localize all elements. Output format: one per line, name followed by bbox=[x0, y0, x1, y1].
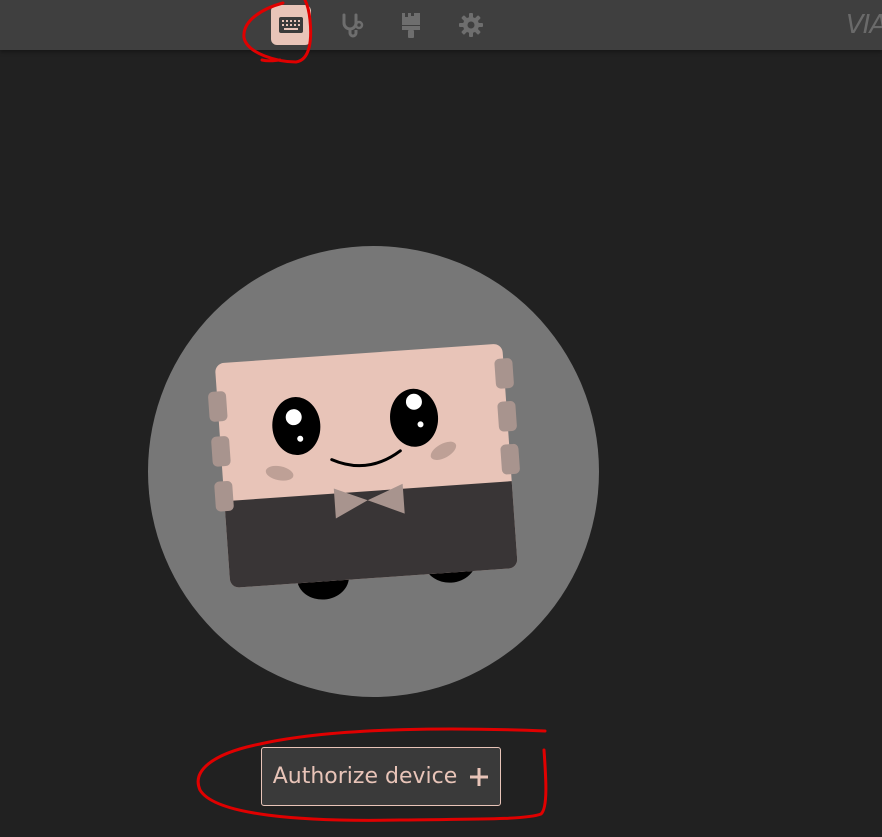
authorize-device-button[interactable]: Authorize device bbox=[261, 747, 501, 806]
plus-icon bbox=[470, 767, 489, 786]
via-logo: VIA bbox=[846, 10, 882, 40]
nav-design-button[interactable] bbox=[391, 5, 431, 45]
nav-keyboard-button[interactable] bbox=[271, 5, 311, 45]
keyboard-icon bbox=[279, 17, 303, 33]
authorize-device-label: Authorize device bbox=[272, 764, 458, 789]
nav-settings-button[interactable] bbox=[451, 5, 491, 45]
stethoscope-icon bbox=[342, 13, 364, 38]
keyboard-mascot-illustration bbox=[148, 246, 599, 697]
nav-test-button[interactable] bbox=[331, 5, 371, 45]
gear-icon bbox=[459, 13, 483, 37]
paintbrush-icon bbox=[402, 12, 420, 38]
top-navigation-bar: VIA bbox=[0, 0, 882, 50]
